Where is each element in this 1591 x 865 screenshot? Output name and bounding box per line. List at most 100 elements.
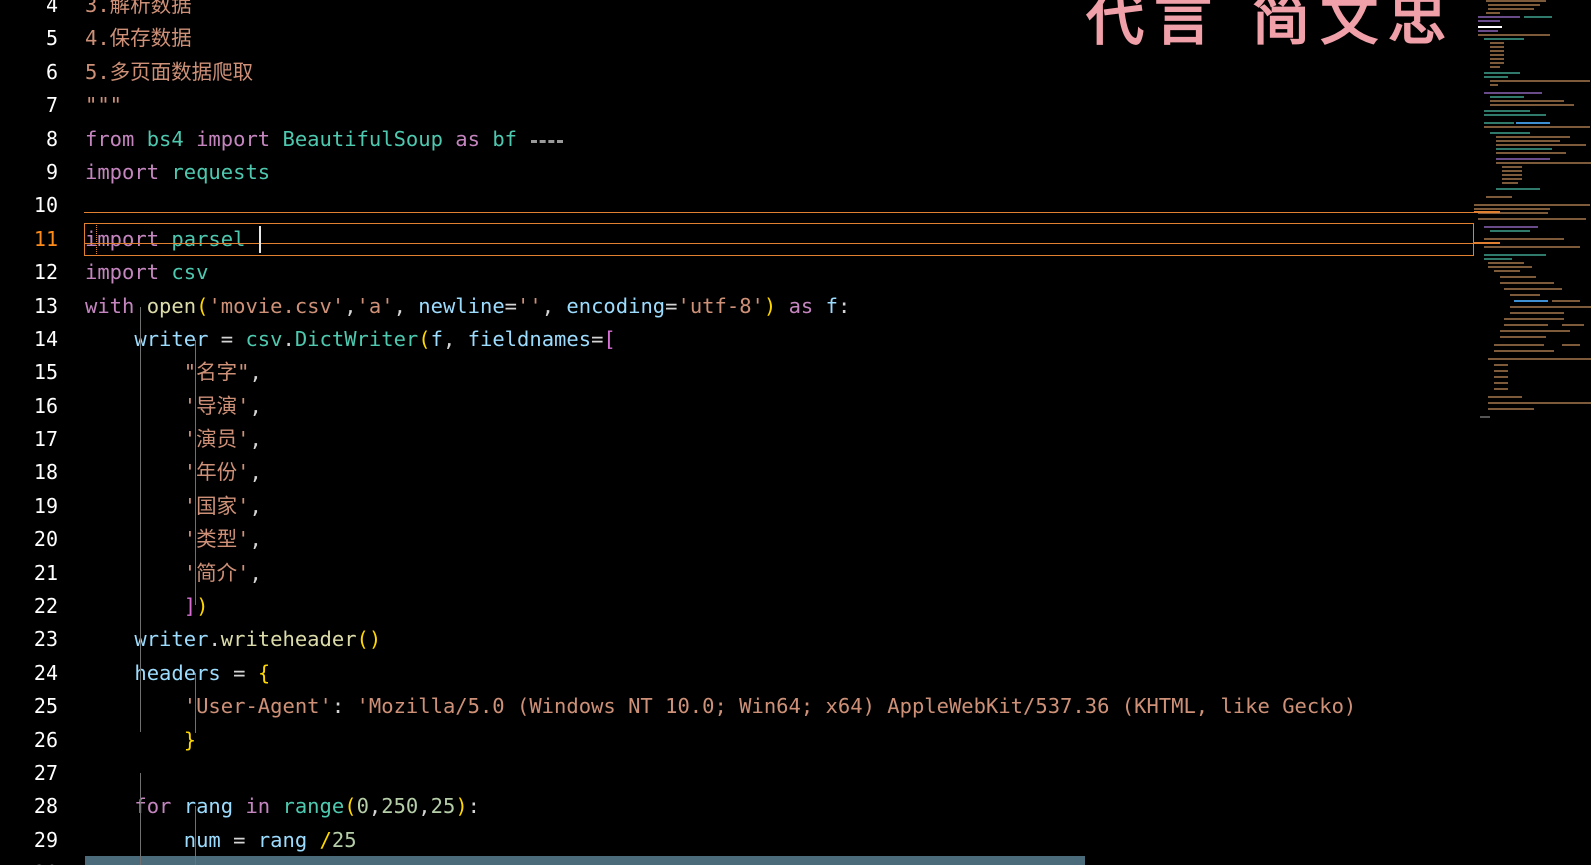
line-number: 15	[33, 360, 58, 385]
line-number: 13	[33, 293, 58, 318]
token-keyword-in: in	[245, 794, 271, 819]
line-text: '导演',	[183, 393, 262, 418]
code-line[interactable]: 28 for rang in range(0,250,25):	[0, 790, 1474, 823]
line-number: 22	[33, 594, 58, 619]
code-line-active[interactable]: 11 import parsel	[0, 222, 1474, 256]
line-text: import csv	[85, 256, 208, 289]
code-line[interactable]: 29 num = rang /25	[0, 824, 1474, 857]
token-keyword-from: from	[85, 126, 135, 151]
token-var-num: num	[183, 827, 221, 852]
editor-window: 代言 简文忠 4 3.解析数据 5 4.保存数据 6 5.多页面数据爬取 7 "…	[0, 0, 1591, 865]
code-line[interactable]: 5 4.保存数据	[0, 22, 1474, 55]
minimap-code-line	[1490, 100, 1564, 102]
line-number: 26	[33, 727, 58, 752]
code-line[interactable]: 14 writer = csv.DictWriter(f, fieldnames…	[0, 323, 1474, 356]
line-text: """	[85, 93, 123, 118]
code-line[interactable]: 10	[0, 189, 1474, 222]
minimap-code-line	[1490, 96, 1524, 98]
code-lines[interactable]: 4 3.解析数据 5 4.保存数据 6 5.多页面数据爬取 7 """ 8 fr	[0, 0, 1474, 865]
code-editor[interactable]: 4 3.解析数据 5 4.保存数据 6 5.多页面数据爬取 7 """ 8 fr	[0, 0, 1474, 865]
minimap-code-line	[1490, 104, 1574, 106]
minimap-code-line	[1484, 126, 1590, 128]
minimap-code-line	[1496, 152, 1566, 154]
code-line[interactable]: 15 "名字",	[0, 356, 1474, 389]
minimap-code-line	[1490, 46, 1504, 48]
rename-rule-top	[84, 212, 1474, 213]
line-number: 21	[33, 560, 58, 585]
minimap-code-line	[1488, 396, 1522, 398]
minimap-code-line	[1496, 136, 1570, 138]
code-line[interactable]: 16 '导演',	[0, 390, 1474, 423]
minimap-code-line	[1504, 288, 1562, 290]
token-function-range: range	[282, 794, 345, 819]
token-kwarg-fieldnames: fieldnames	[467, 326, 592, 351]
minimap-code-line	[1490, 42, 1504, 44]
minimap[interactable]	[1474, 0, 1591, 865]
code-line[interactable]: 6 5.多页面数据爬取	[0, 56, 1474, 89]
token-string-filename: 'movie.csv'	[208, 293, 345, 318]
token-fieldname: "名字"	[183, 360, 250, 385]
line-text: writer.writeheader()	[134, 627, 382, 652]
minimap-code-line	[1494, 382, 1508, 384]
code-line[interactable]: 27	[0, 757, 1474, 790]
line-text: '类型',	[183, 527, 262, 552]
minimap-code-line	[1484, 238, 1564, 240]
line-number: 6	[45, 59, 58, 84]
line-text: for rang in range(0,250,25):	[134, 794, 480, 819]
code-line[interactable]: 21 '简介',	[0, 557, 1474, 590]
minimap-code-line	[1494, 350, 1554, 352]
token-keyword-import: import	[85, 260, 160, 285]
line-number: 23	[33, 627, 58, 652]
line-text: "名字",	[183, 360, 262, 385]
token-number-start: 0	[356, 794, 369, 819]
code-line[interactable]: 18 '年份',	[0, 456, 1474, 489]
rename-refactor-box[interactable]	[84, 222, 1474, 256]
token-string-encoding-value: 'utf-8'	[677, 293, 764, 318]
line-number: 16	[33, 393, 58, 418]
minimap-code-line	[1514, 300, 1548, 302]
line-text: from bs4 import BeautifulSoup as bf	[85, 123, 517, 156]
line-number: 18	[33, 460, 58, 485]
code-line[interactable]: 12 import csv	[0, 256, 1474, 289]
minimap-code-line	[1500, 336, 1546, 338]
minimap-code-line	[1478, 30, 1498, 32]
code-line[interactable]: 9 import requests	[0, 156, 1474, 189]
code-line[interactable]: 20 '类型',	[0, 523, 1474, 556]
minimap-code-line	[1524, 16, 1552, 18]
code-line[interactable]: 25 'User-Agent': 'Mozilla/5.0 (Windows N…	[0, 690, 1474, 723]
code-line[interactable]: 22 ])	[0, 590, 1474, 623]
token-var-f: f	[430, 326, 443, 351]
code-line[interactable]: 26 }	[0, 724, 1474, 757]
line-number: 25	[33, 694, 58, 719]
line-number: 10	[33, 193, 58, 218]
token-var-rang: rang	[183, 794, 234, 819]
code-line[interactable]: 7 """	[0, 89, 1474, 122]
code-line[interactable]: 23 writer.writeheader()	[0, 623, 1474, 656]
minimap-code-line	[1484, 122, 1514, 124]
minimap-code-line	[1478, 20, 1500, 22]
minimap-code-line	[1486, 196, 1512, 198]
minimap-rename-marker	[1474, 242, 1500, 244]
code-line[interactable]: 13 with open('movie.csv','a', newline=''…	[0, 290, 1474, 323]
token-class-dictwriter: DictWriter	[294, 326, 419, 351]
code-line[interactable]: 17 '演员',	[0, 423, 1474, 456]
token-keyword-import: import	[196, 126, 271, 151]
line-number: 19	[33, 493, 58, 518]
token-var-writer: writer	[134, 326, 209, 351]
minimap-code-line	[1494, 270, 1520, 272]
token-string-mode: 'a'	[356, 293, 394, 318]
minimap-code-line	[1490, 84, 1498, 86]
minimap-code-line	[1496, 162, 1591, 164]
minimap-code-line	[1484, 92, 1542, 94]
code-line[interactable]: 8 from bs4 import BeautifulSoup as bf	[0, 123, 1474, 156]
line-number: 27	[33, 760, 58, 785]
code-line[interactable]: 19 '国家',	[0, 490, 1474, 523]
token-string-user-agent-key: 'User-Agent'	[183, 694, 332, 719]
token-var-f: f	[825, 293, 838, 318]
minimap-code-line	[1488, 408, 1534, 410]
minimap-code-line	[1496, 144, 1586, 146]
rename-rule-bottom	[84, 243, 1474, 244]
minimap-code-line	[1490, 50, 1504, 52]
code-line[interactable]: 4 3.解析数据	[0, 0, 1474, 22]
code-line[interactable]: 24 headers = {	[0, 657, 1474, 690]
